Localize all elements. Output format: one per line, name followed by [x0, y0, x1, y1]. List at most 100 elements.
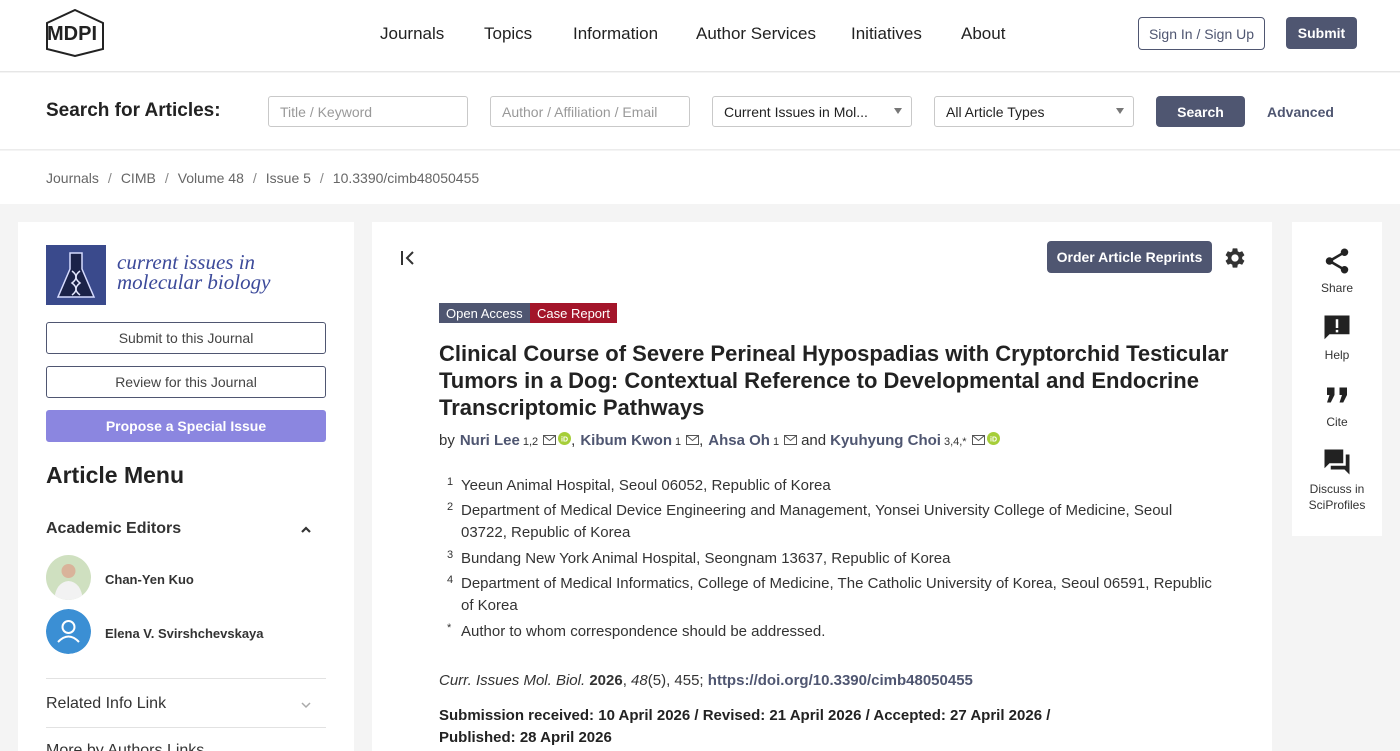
citation-issue-page: (5), 455; — [647, 672, 704, 689]
logo-text: MDPI — [47, 23, 97, 45]
dropdown-caret-icon — [894, 108, 902, 114]
author-affiliation-sup: 1 — [772, 436, 780, 448]
by-label: by — [439, 432, 455, 449]
mail-icon[interactable] — [686, 435, 700, 445]
author-affiliation-sup: 1,2 — [522, 436, 539, 448]
breadcrumb-separator: / — [164, 170, 169, 186]
journal-select-value: Current Issues in Mol... — [724, 103, 868, 120]
discuss-label-line1: Discuss in — [1309, 482, 1365, 496]
author-separator: , — [699, 432, 704, 449]
breadcrumb-doi: 10.3390/cimb48050455 — [332, 170, 480, 186]
dropdown-caret-icon — [1116, 108, 1124, 114]
submit-button[interactable]: Submit — [1286, 17, 1357, 49]
nav-author-services[interactable]: Author Services — [696, 24, 816, 44]
help-label: Help — [1324, 348, 1350, 362]
svg-text:iD: iD — [990, 437, 997, 444]
author-name[interactable]: Kibum Kwon — [580, 432, 672, 449]
advanced-search-link[interactable]: Advanced — [1267, 104, 1334, 120]
top-navigation: MDPI Journals Topics Information Author … — [0, 0, 1400, 72]
affiliation-text: Department of Medical Informatics, Colle… — [461, 575, 1212, 614]
gear-icon[interactable] — [1223, 246, 1247, 270]
avatar[interactable] — [46, 555, 91, 600]
chevron-down-icon[interactable] — [300, 701, 312, 709]
affiliation-text: Department of Medical Device Engineering… — [461, 502, 1173, 541]
nav-information[interactable]: Information — [573, 24, 658, 44]
affiliation-item: 4 Department of Medical Informatics, Col… — [447, 573, 1217, 617]
submit-to-journal-button[interactable]: Submit to this Journal — [46, 322, 326, 354]
author-affiliation-input[interactable] — [490, 96, 690, 127]
journal-cover-image[interactable] — [46, 245, 106, 305]
affiliation-text: Yeeun Animal Hospital, Seoul 06052, Repu… — [461, 477, 831, 494]
mail-icon[interactable] — [971, 435, 985, 445]
author-name[interactable]: Kyuhyung Choi — [830, 432, 941, 449]
search-label: Search for Articles: — [46, 100, 221, 121]
nav-topics[interactable]: Topics — [484, 24, 532, 44]
collapse-sidebar-icon[interactable] — [399, 249, 417, 267]
discuss-label-line2: SciProfiles — [1308, 498, 1366, 512]
journal-title-line1: current issues in — [117, 250, 256, 274]
article-type-badge: Case Report — [530, 303, 617, 323]
article-type-select[interactable]: All Article Types — [934, 96, 1134, 127]
discuss-sciprofiles-button[interactable]: Discuss in SciProfiles — [1292, 447, 1382, 513]
sign-in-button[interactable]: Sign In / Sign Up — [1138, 17, 1265, 50]
breadcrumb-separator: / — [252, 170, 257, 186]
chevron-up-icon[interactable] — [299, 524, 313, 534]
breadcrumb-issue[interactable]: Issue 5 — [266, 170, 311, 186]
help-icon — [1324, 315, 1350, 340]
propose-special-issue-button[interactable]: Propose a Special Issue — [46, 410, 326, 442]
user-avatar-icon[interactable] — [46, 609, 91, 654]
right-sidebar: Share Help Cite Discuss in SciProfiles — [1292, 222, 1382, 536]
citation-year: 2026 — [589, 672, 623, 689]
author-name[interactable]: Ahsa Oh — [708, 432, 770, 449]
breadcrumb-volume[interactable]: Volume 48 — [178, 170, 244, 186]
discuss-label: Discuss in SciProfiles — [1309, 481, 1366, 513]
search-bar: Search for Articles: Current Issues in M… — [0, 73, 1400, 150]
order-reprints-button[interactable]: Order Article Reprints — [1047, 241, 1212, 273]
nav-initiatives[interactable]: Initiatives — [851, 24, 922, 44]
share-button[interactable]: Share — [1292, 246, 1382, 296]
article-title: Clinical Course of Severe Perineal Hypos… — [439, 341, 1229, 420]
nav-journals[interactable]: Journals — [380, 24, 444, 44]
journal-select[interactable]: Current Issues in Mol... — [712, 96, 912, 127]
search-button[interactable]: Search — [1156, 96, 1245, 127]
mdpi-logo[interactable]: MDPI — [45, 9, 119, 57]
breadcrumb-journals[interactable]: Journals — [46, 170, 99, 186]
breadcrumb-bar: Journals / CIMB / Volume 48 / Issue 5 / … — [0, 151, 1400, 204]
citation-comma: , — [622, 672, 632, 689]
author-separator: , — [571, 432, 576, 449]
editor-name[interactable]: Elena V. Svirshchevskaya — [105, 626, 264, 641]
affiliation-number: 1 — [447, 476, 454, 488]
affiliation-number: * — [447, 622, 452, 634]
help-button[interactable]: Help — [1292, 313, 1382, 363]
affiliation-number: 3 — [447, 549, 454, 561]
orcid-icon[interactable]: iD — [986, 432, 1000, 445]
affiliation-text: Bundang New York Animal Hospital, Seongn… — [461, 550, 951, 567]
svg-text:iD: iD — [561, 437, 568, 444]
more-by-authors-section[interactable]: More by Authors Links — [46, 742, 204, 751]
breadcrumb-separator: / — [107, 170, 112, 186]
review-for-journal-button[interactable]: Review for this Journal — [46, 366, 326, 398]
article-type-value: All Article Types — [946, 103, 1045, 120]
affiliation-item: 3 Bundang New York Animal Hospital, Seon… — [447, 548, 1217, 570]
academic-editors-heading[interactable]: Academic Editors — [46, 520, 181, 538]
cite-button[interactable]: Cite — [1292, 380, 1382, 430]
journal-title[interactable]: current issues in molecular biology — [117, 250, 270, 293]
editor-name[interactable]: Chan-Yen Kuo — [105, 572, 194, 587]
article-menu-heading: Article Menu — [46, 462, 185, 488]
doi-link[interactable]: https://doi.org/10.3390/cimb48050455 — [708, 672, 973, 689]
citation-line: Curr. Issues Mol. Biol. 2026, 48(5), 455… — [439, 672, 973, 689]
article-main: Order Article Reprints Open Access Case … — [372, 222, 1272, 751]
cite-label: Cite — [1326, 415, 1348, 429]
open-access-badge[interactable]: Open Access — [439, 303, 530, 323]
title-keyword-input[interactable] — [268, 96, 468, 127]
breadcrumb-separator: / — [319, 170, 324, 186]
mail-icon[interactable] — [543, 435, 557, 445]
related-info-link-section[interactable]: Related Info Link — [46, 695, 166, 713]
nav-about[interactable]: About — [961, 24, 1005, 44]
author-name[interactable]: Nuri Lee — [460, 432, 520, 449]
mail-icon[interactable] — [784, 435, 798, 445]
divider — [46, 678, 326, 679]
breadcrumb-cimb[interactable]: CIMB — [121, 170, 156, 186]
orcid-icon[interactable]: iD — [558, 432, 572, 445]
affiliation-item: 1 Yeeun Animal Hospital, Seoul 06052, Re… — [447, 475, 1217, 497]
